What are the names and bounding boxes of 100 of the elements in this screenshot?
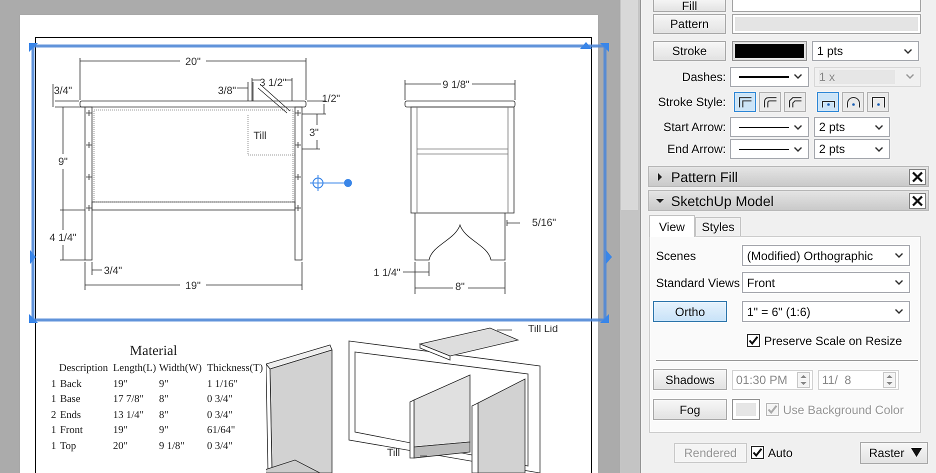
dimension-label: 3/8" — [218, 85, 236, 97]
dimension-label: 3" — [309, 127, 319, 139]
section-header[interactable]: Pattern Fill — [648, 166, 929, 187]
dimension-label: 8" — [455, 281, 465, 293]
table-cell-text: 9" — [159, 424, 170, 438]
chevron-icon — [875, 124, 883, 130]
join-style-button[interactable] — [734, 92, 756, 112]
dimension-label: 5/16" — [532, 217, 556, 229]
table-cell-text: 2 — [51, 408, 58, 423]
dimension-label: 4 1/4" — [49, 232, 77, 244]
corner-join-icon — [738, 96, 752, 108]
table-cell-text: 19" — [113, 424, 129, 438]
dimension-label: 9 1/8" — [442, 79, 470, 91]
table-cell-text: Front — [60, 424, 84, 438]
table-cell-text: 9" — [159, 378, 170, 392]
table-cell-text: 1 — [51, 378, 58, 392]
chevron-icon — [895, 253, 903, 258]
spinner-arrows-icon — [883, 372, 896, 388]
column-header: Thickness(T) — [207, 362, 264, 376]
scenes-select[interactable]: (Modified) Orthographic — [742, 245, 910, 266]
join-style-button[interactable] — [759, 92, 781, 112]
table-cell-text: 61/64" — [207, 424, 236, 438]
disclosure-triangle-icon — [656, 172, 664, 180]
stroke-button[interactable]: Stroke — [653, 41, 726, 61]
scale-select[interactable]: 1" = 6" (1:6) — [742, 301, 910, 322]
fill-button[interactable]: Fill — [653, 0, 726, 12]
chevron-icon — [904, 48, 912, 54]
stroke-color-swatch[interactable] — [732, 41, 807, 61]
resize-handle[interactable] — [600, 314, 609, 323]
pattern-button[interactable]: Pattern — [653, 14, 726, 34]
chevron-icon — [794, 146, 802, 152]
table-cell-text: Base — [60, 393, 82, 408]
table-cell-text: 19" — [113, 378, 129, 392]
stroke-style-label: Stroke Style: — [656, 95, 726, 109]
table-cell-text: Ends — [60, 408, 82, 423]
standard-views-select[interactable]: Front — [742, 272, 910, 293]
section-header[interactable]: SketchUp Model — [648, 190, 929, 211]
corner-join-icon — [788, 96, 802, 108]
table-cell-text: 1 1/16" — [207, 378, 239, 392]
table-cell-text: Top — [60, 440, 78, 454]
spinner-arrows-icon — [797, 372, 810, 388]
resize-handle[interactable] — [606, 250, 612, 264]
pattern-swatch[interactable] — [732, 14, 921, 34]
dash-style-select[interactable] — [730, 66, 809, 86]
fill-swatch[interactable] — [732, 0, 921, 12]
chevron-icon — [794, 124, 802, 130]
scrollbar-thumb[interactable] — [621, 0, 638, 210]
fog-color-swatch[interactable] — [732, 399, 760, 420]
column-header: Length(L) — [113, 362, 158, 376]
arrow-label: End Arrow: — [666, 142, 726, 156]
table-cell-text: 20" — [113, 440, 129, 454]
chevron-icon — [906, 74, 914, 79]
join-style-button[interactable] — [784, 92, 806, 112]
resize-handle[interactable] — [600, 43, 609, 52]
resize-handle[interactable] — [580, 42, 592, 49]
chevron-icon — [895, 309, 903, 314]
arrow-style-select[interactable] — [730, 117, 809, 137]
table-cell-text: 1 — [51, 393, 58, 408]
fog-button[interactable]: Fog — [653, 399, 727, 420]
scenes-label: Scenes — [655, 248, 696, 262]
arrow-label: Start Arrow: — [662, 120, 726, 134]
column-header: Description — [58, 362, 109, 376]
dimension-label: 9" — [58, 156, 68, 168]
close-icon[interactable] — [909, 168, 926, 184]
dimension-label: 3/4" — [104, 265, 122, 277]
chevron-icon — [895, 280, 903, 285]
dimension-label: Till — [253, 130, 267, 142]
tab[interactable]: View — [649, 215, 695, 237]
arrow-size-select[interactable]: 2 pts — [814, 139, 890, 159]
table-cell-text: 8" — [159, 393, 170, 408]
cap-style-button[interactable] — [842, 92, 864, 112]
resize-handle[interactable] — [29, 314, 38, 323]
table-cell-text: 1 — [51, 440, 58, 454]
caret-icon — [911, 448, 922, 457]
resize-handle[interactable] — [29, 43, 38, 52]
table-cell-text: 13 1/4" — [113, 408, 145, 423]
arrow-size-select[interactable]: 2 pts — [814, 117, 890, 137]
dimension-label: 3/4" — [54, 85, 72, 97]
rotate-handle-icon[interactable] — [310, 174, 352, 192]
dimension-label: 1/2" — [322, 93, 340, 105]
column-header: Width(W) — [159, 362, 203, 376]
tab[interactable]: Styles — [694, 217, 742, 236]
cap-style-button[interactable] — [817, 92, 839, 112]
part-label: Till — [386, 447, 400, 459]
stroke-width-select[interactable]: 1 pts — [812, 41, 919, 61]
standard-views-label: Standard Views — [655, 276, 740, 290]
table-cell-text: 17 7/8" — [113, 393, 145, 408]
arrow-style-select[interactable] — [730, 139, 809, 159]
ortho-button[interactable]: Ortho — [653, 301, 727, 322]
dashes-label: Dashes: — [680, 70, 726, 84]
table-cell-text: 1 — [51, 424, 58, 438]
table-cell-text: 8" — [159, 408, 170, 423]
close-icon[interactable] — [909, 192, 926, 208]
preserve-scale-checkbox[interactable]: Preserve Scale on Resize — [747, 334, 902, 348]
disclosure-triangle-icon — [656, 196, 664, 204]
selection-frame[interactable] — [32, 44, 606, 322]
cap-style-button[interactable] — [867, 92, 889, 112]
resize-handle[interactable] — [30, 250, 36, 264]
line-cap-icon — [872, 96, 884, 108]
table-cell-text: 0 3/4" — [207, 408, 234, 423]
